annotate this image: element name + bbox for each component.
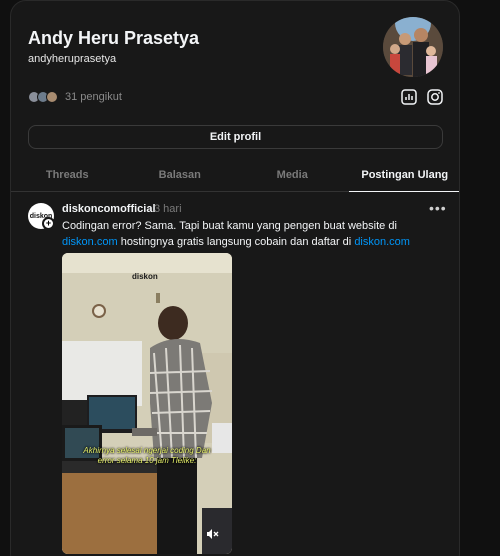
post-timestamp: 3 hari: [154, 203, 182, 215]
post-link[interactable]: diskon.com: [354, 236, 410, 248]
post-text: Codingan error? Sama. Tapi buat kamu yan…: [62, 218, 452, 250]
video-frame: [62, 253, 232, 554]
tab-media[interactable]: Media: [236, 163, 349, 191]
more-horizontal-icon[interactable]: •••: [429, 200, 447, 216]
profile-panel: Andy Heru Prasetya andyheruprasetya 31 p…: [10, 0, 460, 556]
post-video[interactable]: diskon Akhirnya selesai ngerjai coding D…: [62, 253, 232, 554]
tab-reposts[interactable]: Postingan Ulang: [348, 163, 459, 192]
tab-replies[interactable]: Balasan: [124, 163, 237, 191]
followers-count: 31 pengikut: [65, 91, 122, 103]
profile-handle: andyheruprasetya: [28, 53, 117, 65]
follower-avatar: [46, 91, 58, 103]
mute-icon[interactable]: [204, 526, 220, 542]
profile-avatar[interactable]: [383, 17, 443, 77]
post-text-part: Codingan error? Sama. Tapi buat kamu yan…: [62, 220, 397, 232]
video-caption: Akhirnya selesai ngerjai coding Dan erro…: [83, 446, 211, 465]
edit-profile-button[interactable]: Edit profil: [28, 125, 443, 149]
scrollbar[interactable]: [494, 0, 500, 556]
profile-name: Andy Heru Prasetya: [28, 28, 200, 48]
instagram-icon[interactable]: [426, 88, 444, 106]
profile-tabs: Threads Balasan Media Postingan Ulang: [11, 163, 459, 192]
followers-row[interactable]: 31 pengikut: [28, 91, 122, 103]
follow-plus-icon[interactable]: +: [42, 217, 55, 230]
video-watermark: diskon: [132, 272, 158, 281]
post-link[interactable]: diskon.com: [62, 236, 118, 248]
post-text-part: hostingnya gratis langsung cobain dan da…: [117, 236, 355, 248]
post-username[interactable]: diskoncomofficial: [62, 203, 156, 215]
insights-icon[interactable]: [400, 88, 418, 106]
tab-threads[interactable]: Threads: [11, 163, 124, 191]
